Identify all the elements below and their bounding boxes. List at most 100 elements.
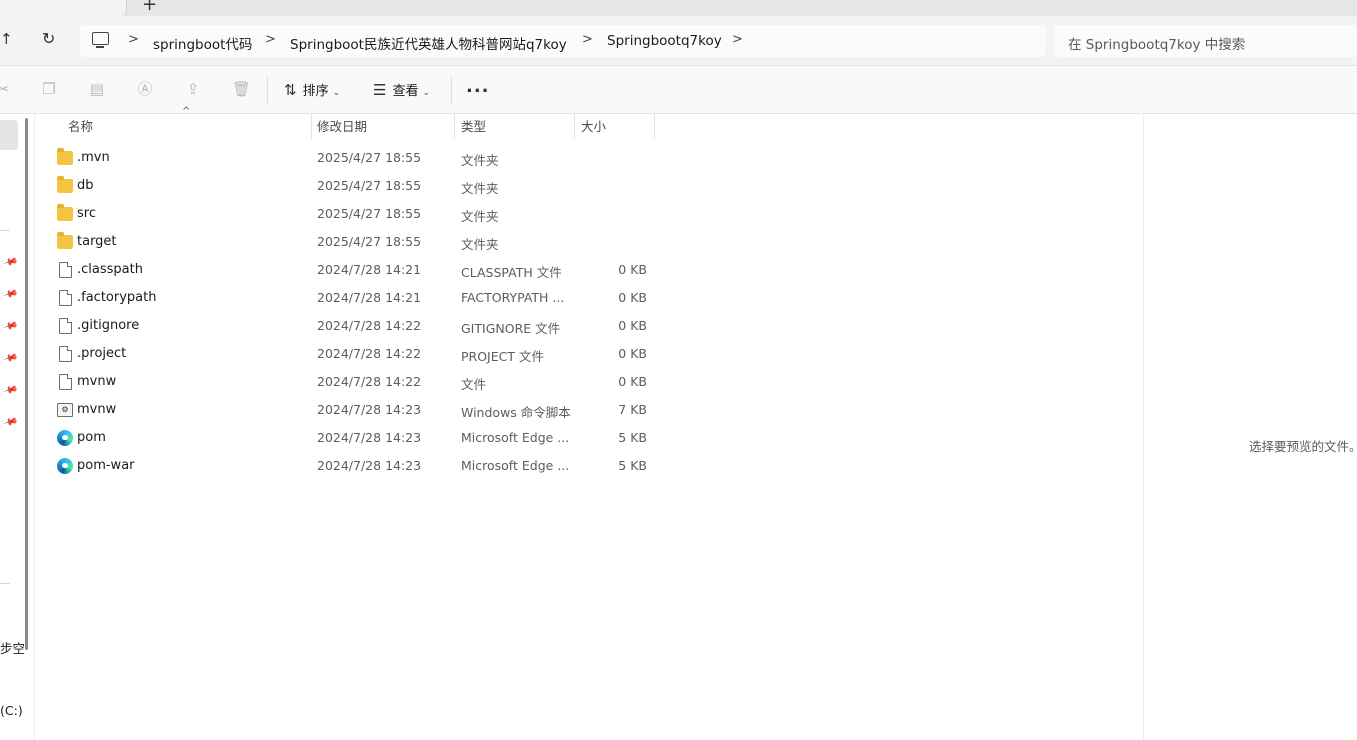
rename-icon[interactable]: Ⓐ bbox=[136, 80, 154, 98]
up-arrow-icon[interactable]: ↑ bbox=[0, 30, 13, 48]
file-type: 文件夹 bbox=[461, 209, 499, 224]
file-size: 5 KB bbox=[618, 458, 647, 473]
delete-icon[interactable]: 🗑 bbox=[232, 80, 251, 98]
breadcrumb-separator[interactable]: > bbox=[582, 32, 593, 47]
file-type: 文件夹 bbox=[461, 153, 499, 168]
tab-strip: koy + bbox=[0, 0, 1357, 16]
breadcrumb-item-current[interactable]: Springbootq7koy bbox=[607, 33, 722, 49]
file-type: 文件夹 bbox=[461, 237, 499, 252]
file-icon bbox=[59, 290, 72, 306]
pin-icon: 📌 bbox=[2, 286, 19, 303]
this-pc-icon[interactable] bbox=[92, 32, 109, 48]
breadcrumb-separator[interactable]: > bbox=[265, 32, 276, 47]
file-name: mvnw bbox=[77, 374, 117, 389]
file-date: 2024/7/28 14:22 bbox=[317, 318, 422, 333]
share-icon[interactable]: ⇪ bbox=[184, 80, 202, 98]
pin-icon: 📌 bbox=[2, 254, 19, 271]
file-row[interactable]: .project 2024/7/28 14:22 PROJECT 文件 0 KB bbox=[50, 340, 660, 368]
more-options-button[interactable]: ... bbox=[466, 76, 490, 97]
file-icon bbox=[59, 318, 72, 334]
sort-button[interactable]: ⇅ 排序 ⌄ bbox=[284, 80, 340, 99]
file-name: src bbox=[77, 206, 96, 221]
file-type: Microsoft Edge ... bbox=[461, 458, 570, 473]
file-date: 2024/7/28 14:22 bbox=[317, 346, 422, 361]
file-date: 2024/7/28 14:23 bbox=[317, 430, 422, 445]
address-bar[interactable]: > springboot代码 > Springboot民族近代英雄人物科普网站q… bbox=[80, 25, 1046, 57]
script-icon: ⚙ bbox=[57, 403, 73, 417]
file-name: .project bbox=[77, 346, 127, 361]
file-row[interactable]: target 2025/4/27 18:55 文件夹 bbox=[50, 228, 660, 256]
view-label: 查看 bbox=[392, 84, 419, 99]
file-size: 0 KB bbox=[618, 318, 647, 333]
nav-item-drive-c[interactable]: (C:) bbox=[0, 703, 23, 718]
file-name: pom-war bbox=[77, 458, 135, 473]
file-row[interactable]: src 2025/4/27 18:55 文件夹 bbox=[50, 200, 660, 228]
file-type: GITIGNORE 文件 bbox=[461, 321, 561, 336]
navigation-pane: 📌 📌 📌 📌 📌 📌 步空 (C:) bbox=[0, 114, 35, 740]
window-tab[interactable]: koy bbox=[0, 0, 127, 16]
breadcrumb-item-project[interactable]: Springboot民族近代英雄人物科普网站q7koy bbox=[290, 33, 567, 53]
column-header-size[interactable]: 大小 bbox=[575, 114, 655, 139]
column-header-date[interactable]: 修改日期 bbox=[311, 114, 455, 139]
file-row[interactable]: pom-war 2024/7/28 14:23 Microsoft Edge .… bbox=[50, 452, 660, 480]
paste-icon[interactable]: ▤ bbox=[88, 80, 106, 98]
file-name: db bbox=[77, 178, 94, 193]
nav-item-selected[interactable] bbox=[0, 120, 18, 150]
file-size: 7 KB bbox=[618, 402, 647, 417]
file-row[interactable]: db 2025/4/27 18:55 文件夹 bbox=[50, 172, 660, 200]
copy-icon[interactable]: ❐ bbox=[40, 80, 58, 98]
file-row[interactable]: ⚙ mvnw 2024/7/28 14:23 Windows 命令脚本 7 KB bbox=[50, 396, 660, 424]
file-list: ^ 名称 修改日期 类型 大小 .mvn 2025/4/27 18:55 文件夹… bbox=[36, 106, 1144, 740]
file-row[interactable]: .classpath 2024/7/28 14:21 CLASSPATH 文件 … bbox=[50, 256, 660, 284]
file-size: 0 KB bbox=[618, 346, 647, 361]
chevron-down-icon: ⌄ bbox=[422, 88, 431, 98]
file-name: .factorypath bbox=[77, 290, 157, 305]
pin-icon: 📌 bbox=[2, 350, 19, 367]
edge-icon bbox=[57, 430, 73, 446]
column-header-type[interactable]: 类型 bbox=[455, 114, 575, 139]
pin-icon: 📌 bbox=[2, 318, 19, 335]
file-date: 2024/7/28 14:23 bbox=[317, 458, 422, 473]
file-name: pom bbox=[77, 430, 106, 445]
breadcrumb-separator[interactable]: > bbox=[732, 32, 743, 47]
breadcrumb-separator[interactable]: > bbox=[128, 32, 139, 47]
file-size: 0 KB bbox=[618, 374, 647, 389]
file-row[interactable]: .factorypath 2024/7/28 14:21 FACTORYPATH… bbox=[50, 284, 660, 312]
new-tab-button[interactable]: + bbox=[142, 0, 157, 15]
toolbar-divider bbox=[451, 76, 452, 104]
file-type: PROJECT 文件 bbox=[461, 349, 544, 364]
sort-label: 排序 bbox=[302, 84, 329, 99]
file-size: 0 KB bbox=[618, 262, 647, 277]
sort-icon: ⇅ bbox=[284, 81, 297, 99]
file-date: 2025/4/27 18:55 bbox=[317, 150, 422, 165]
pin-icon: 📌 bbox=[2, 414, 19, 431]
file-row[interactable]: pom 2024/7/28 14:23 Microsoft Edge ... 5… bbox=[50, 424, 660, 452]
file-date: 2024/7/28 14:22 bbox=[317, 374, 422, 389]
search-placeholder: 在 Springbootq7koy 中搜索 bbox=[1068, 37, 1246, 53]
file-size: 5 KB bbox=[618, 430, 647, 445]
cut-icon[interactable]: ✂ bbox=[0, 80, 12, 98]
column-header-name[interactable]: 名称 bbox=[62, 114, 312, 139]
file-date: 2025/4/27 18:55 bbox=[317, 178, 422, 193]
file-row[interactable]: mvnw 2024/7/28 14:22 文件 0 KB bbox=[50, 368, 660, 396]
refresh-icon[interactable]: ↻ bbox=[42, 29, 55, 48]
file-row[interactable]: .gitignore 2024/7/28 14:22 GITIGNORE 文件 … bbox=[50, 312, 660, 340]
view-list-icon: ☰ bbox=[373, 81, 387, 99]
file-date: 2025/4/27 18:55 bbox=[317, 206, 422, 221]
file-row[interactable]: .mvn 2025/4/27 18:55 文件夹 bbox=[50, 144, 660, 172]
file-name: .classpath bbox=[77, 262, 143, 277]
file-date: 2024/7/28 14:21 bbox=[317, 262, 422, 277]
search-input[interactable]: 在 Springbootq7koy 中搜索 bbox=[1054, 25, 1357, 57]
view-button[interactable]: ☰ 查看 ⌄ bbox=[373, 80, 430, 99]
file-type: 文件夹 bbox=[461, 181, 499, 196]
breadcrumb-item-springboot-code[interactable]: springboot代码 bbox=[153, 33, 252, 53]
nav-item-partial[interactable]: 步空 bbox=[0, 638, 25, 657]
address-row: ↑ ↻ > springboot代码 > Springboot民族近代英雄人物科… bbox=[0, 16, 1357, 66]
file-type: Microsoft Edge ... bbox=[461, 430, 570, 445]
file-name: .mvn bbox=[77, 150, 110, 165]
file-name: .gitignore bbox=[77, 318, 140, 333]
folder-icon bbox=[57, 148, 73, 165]
nav-scrollbar[interactable] bbox=[25, 118, 28, 650]
toolbar-divider bbox=[267, 76, 268, 104]
file-type: Windows 命令脚本 bbox=[461, 405, 571, 420]
